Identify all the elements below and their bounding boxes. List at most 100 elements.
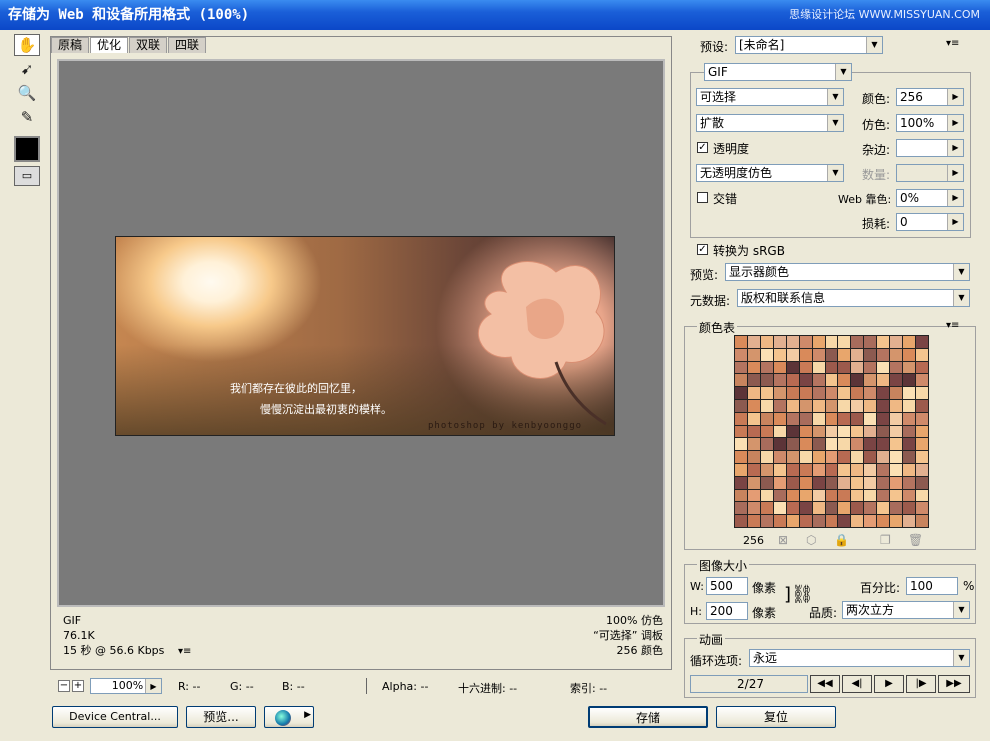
palette-swatch[interactable] xyxy=(851,426,863,438)
palette-swatch[interactable] xyxy=(774,502,786,514)
palette-swatch[interactable] xyxy=(813,400,825,412)
palette-swatch[interactable] xyxy=(877,502,889,514)
palette-swatch[interactable] xyxy=(851,349,863,361)
palette-swatch[interactable] xyxy=(761,477,773,489)
palette-swatch[interactable] xyxy=(877,362,889,374)
palette-swatch[interactable] xyxy=(838,336,850,348)
palette-swatch[interactable] xyxy=(813,426,825,438)
palette-swatch[interactable] xyxy=(813,464,825,476)
palette-swatch[interactable] xyxy=(826,515,838,527)
palette-swatch[interactable] xyxy=(800,451,812,463)
palette-swatch[interactable] xyxy=(787,413,799,425)
palette-swatch[interactable] xyxy=(774,413,786,425)
palette-swatch[interactable] xyxy=(787,336,799,348)
palette-swatch[interactable] xyxy=(748,477,760,489)
palette-swatch[interactable] xyxy=(826,438,838,450)
palette-swatch[interactable] xyxy=(774,349,786,361)
palette-swatch[interactable] xyxy=(903,413,915,425)
matte-field[interactable] xyxy=(896,139,964,157)
palette-swatch[interactable] xyxy=(761,400,773,412)
last-frame-button[interactable]: ▶▶ xyxy=(938,675,970,693)
palette-swatch[interactable] xyxy=(838,477,850,489)
palette-swatch[interactable] xyxy=(813,349,825,361)
palette-swatch[interactable] xyxy=(800,387,812,399)
palette-swatch[interactable] xyxy=(838,515,850,527)
palette-swatch[interactable] xyxy=(903,464,915,476)
palette-swatch[interactable] xyxy=(864,451,876,463)
palette-swatch[interactable] xyxy=(890,362,902,374)
tab-4up[interactable]: 四联 xyxy=(168,37,206,53)
palette-swatch[interactable] xyxy=(748,515,760,527)
palette-swatch[interactable] xyxy=(851,477,863,489)
palette-swatch[interactable] xyxy=(916,451,928,463)
palette-swatch[interactable] xyxy=(735,515,747,527)
palette-swatch[interactable] xyxy=(877,400,889,412)
palette-swatch[interactable] xyxy=(864,374,876,386)
palette-swatch[interactable] xyxy=(826,349,838,361)
palette-swatch[interactable] xyxy=(877,387,889,399)
palette-swatch[interactable] xyxy=(864,464,876,476)
palette-swatch[interactable] xyxy=(761,464,773,476)
palette-swatch[interactable] xyxy=(774,438,786,450)
palette-swatch[interactable] xyxy=(877,464,889,476)
palette-swatch[interactable] xyxy=(826,374,838,386)
color-table-grid[interactable] xyxy=(734,335,929,528)
delete-color-icon[interactable]: 🗑 xyxy=(908,533,923,547)
palette-swatch[interactable] xyxy=(800,438,812,450)
palette-swatch[interactable] xyxy=(800,502,812,514)
palette-swatch[interactable] xyxy=(903,438,915,450)
palette-swatch[interactable] xyxy=(826,451,838,463)
palette-swatch[interactable] xyxy=(903,387,915,399)
slice-select-icon[interactable]: ➹ xyxy=(14,58,40,80)
palette-swatch[interactable] xyxy=(813,477,825,489)
previous-frame-button[interactable]: ◀| xyxy=(842,675,872,693)
palette-swatch[interactable] xyxy=(851,362,863,374)
browser-select-button[interactable]: ▶ xyxy=(264,706,314,728)
palette-swatch[interactable] xyxy=(800,362,812,374)
palette-swatch[interactable] xyxy=(787,362,799,374)
palette-swatch[interactable] xyxy=(890,438,902,450)
palette-swatch[interactable] xyxy=(800,413,812,425)
palette-swatch[interactable] xyxy=(800,374,812,386)
dither-field[interactable]: 100% xyxy=(896,114,964,132)
palette-swatch[interactable] xyxy=(813,438,825,450)
palette-swatch[interactable] xyxy=(735,477,747,489)
palette-swatch[interactable] xyxy=(761,387,773,399)
palette-swatch[interactable] xyxy=(813,451,825,463)
hand-tool-icon[interactable]: ✋ xyxy=(14,34,40,56)
palette-swatch[interactable] xyxy=(864,387,876,399)
palette-swatch[interactable] xyxy=(851,451,863,463)
palette-swatch[interactable] xyxy=(761,502,773,514)
palette-swatch[interactable] xyxy=(800,490,812,502)
palette-swatch[interactable] xyxy=(800,336,812,348)
palette-swatch[interactable] xyxy=(748,362,760,374)
palette-swatch[interactable] xyxy=(877,413,889,425)
palette-swatch[interactable] xyxy=(838,426,850,438)
palette-swatch[interactable] xyxy=(800,400,812,412)
palette-swatch[interactable] xyxy=(877,438,889,450)
palette-swatch[interactable] xyxy=(903,362,915,374)
palette-swatch[interactable] xyxy=(903,349,915,361)
palette-swatch[interactable] xyxy=(787,477,799,489)
width-field[interactable]: 500 xyxy=(706,577,748,595)
palette-swatch[interactable] xyxy=(903,502,915,514)
quality-select[interactable]: 两次立方 xyxy=(842,601,970,619)
palette-swatch[interactable] xyxy=(838,490,850,502)
palette-swatch[interactable] xyxy=(864,413,876,425)
palette-swatch[interactable] xyxy=(826,387,838,399)
height-field[interactable]: 200 xyxy=(706,602,748,620)
zoom-field[interactable]: 100% xyxy=(90,678,162,694)
palette-swatch[interactable] xyxy=(774,464,786,476)
palette-swatch[interactable] xyxy=(838,362,850,374)
palette-swatch[interactable] xyxy=(787,426,799,438)
palette-swatch[interactable] xyxy=(761,426,773,438)
palette-swatch[interactable] xyxy=(903,336,915,348)
palette-swatch[interactable] xyxy=(787,387,799,399)
palette-swatch[interactable] xyxy=(916,438,928,450)
palette-swatch[interactable] xyxy=(851,464,863,476)
palette-swatch[interactable] xyxy=(774,400,786,412)
preset-menu-icon[interactable]: ▾≡ xyxy=(946,38,959,49)
palette-swatch[interactable] xyxy=(761,362,773,374)
preview-canvas[interactable]: 我们都存在彼此的回忆里， 慢慢沉淀出最初衷的模样。 photoshop by k… xyxy=(57,59,665,607)
palette-swatch[interactable] xyxy=(813,413,825,425)
